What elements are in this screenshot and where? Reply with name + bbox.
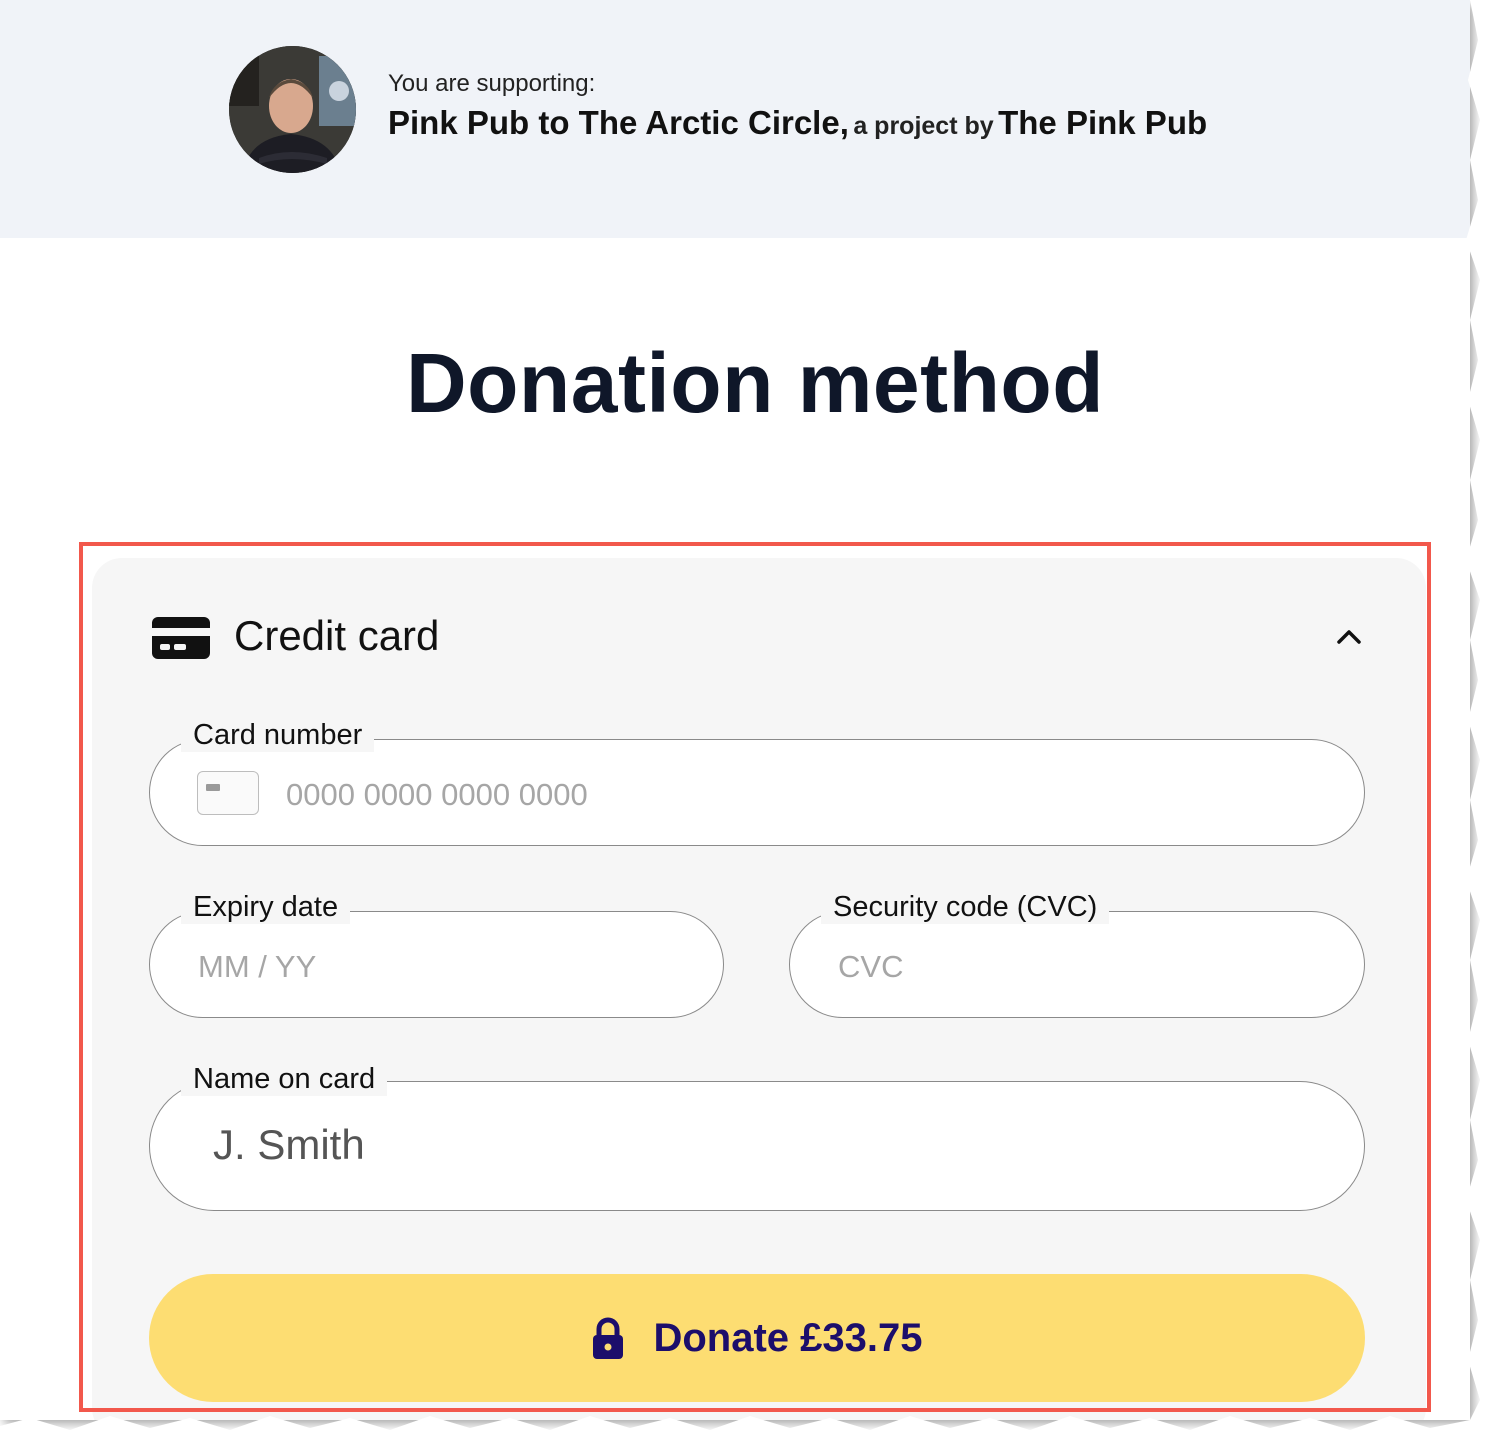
supporting-header: You are supporting: Pink Pub to The Arct…	[0, 0, 1470, 238]
avatar	[229, 46, 356, 173]
highlight-frame	[79, 542, 1431, 1412]
project-line: Pink Pub to The Arctic Circle, a project…	[388, 104, 1207, 142]
project-owner[interactable]: The Pink Pub	[998, 104, 1207, 141]
project-name[interactable]: Pink Pub to The Arctic Circle,	[388, 104, 849, 141]
supporting-label: You are supporting:	[388, 70, 596, 97]
project-by-text: a project by	[853, 112, 994, 140]
page-title: Donation method	[405, 336, 1105, 430]
donation-page: You are supporting: Pink Pub to The Arct…	[0, 0, 1470, 1420]
